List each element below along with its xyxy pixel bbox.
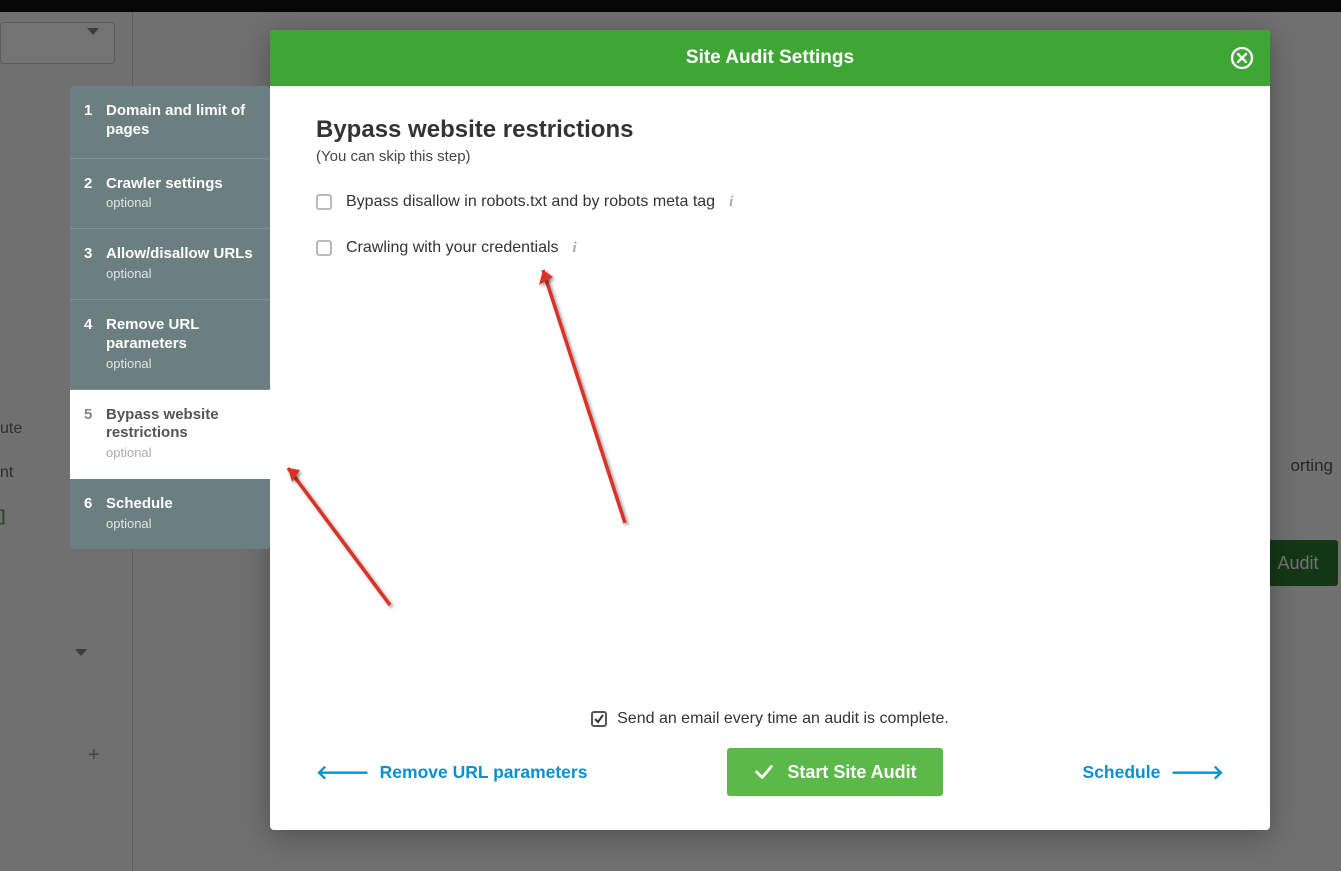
option-label: Bypass disallow in robots.txt and by rob… bbox=[346, 193, 715, 211]
panel-subtitle: (You can skip this step) bbox=[316, 148, 1224, 165]
step-title: Crawler settings bbox=[106, 175, 256, 194]
check-icon bbox=[753, 761, 775, 783]
step-title: Schedule bbox=[106, 495, 256, 514]
wizard-steps: 1 Domain and limit of pages 2 Crawler se… bbox=[70, 86, 270, 549]
step-number: 1 bbox=[84, 102, 106, 119]
step-title: Allow/disallow URLs bbox=[106, 245, 256, 264]
arrow-right-icon: 🡒 bbox=[1170, 760, 1224, 785]
step-title: Domain and limit of pages bbox=[106, 102, 256, 140]
back-label: Remove URL parameters bbox=[380, 762, 588, 783]
check-icon bbox=[593, 713, 605, 725]
step-optional-label: optional bbox=[106, 266, 256, 281]
step-schedule[interactable]: 6 Schedule optional bbox=[70, 479, 270, 549]
checkbox-crawl-credentials[interactable] bbox=[316, 240, 332, 256]
step-domain-limit[interactable]: 1 Domain and limit of pages bbox=[70, 86, 270, 159]
info-icon[interactable]: i bbox=[573, 240, 577, 257]
back-button[interactable]: 🡐 Remove URL parameters bbox=[316, 760, 587, 785]
step-number: 6 bbox=[84, 495, 106, 512]
step-number: 4 bbox=[84, 316, 106, 333]
step-bypass-restrictions[interactable]: 5 Bypass website restrictions optional bbox=[70, 390, 270, 480]
step-number: 2 bbox=[84, 175, 106, 192]
step-optional-label: optional bbox=[106, 356, 256, 371]
step-number: 3 bbox=[84, 245, 106, 262]
checkbox-email-notify[interactable] bbox=[591, 711, 607, 727]
step-number: 5 bbox=[84, 406, 106, 423]
step-title: Remove URL parameters bbox=[106, 316, 256, 354]
step-optional-label: optional bbox=[106, 516, 256, 531]
step-title: Bypass website restrictions bbox=[106, 406, 256, 444]
info-icon[interactable]: i bbox=[729, 194, 733, 211]
option-crawl-credentials: Crawling with your credentials i bbox=[316, 239, 1224, 257]
checkbox-bypass-robots[interactable] bbox=[316, 194, 332, 210]
modal-header: Site Audit Settings bbox=[270, 30, 1270, 86]
step-remove-url-params[interactable]: 4 Remove URL parameters optional bbox=[70, 300, 270, 390]
email-notification-row: Send an email every time an audit is com… bbox=[316, 710, 1224, 728]
settings-modal: Site Audit Settings Bypass website restr… bbox=[270, 30, 1270, 830]
next-label: Schedule bbox=[1083, 762, 1161, 783]
modal-footer: Send an email every time an audit is com… bbox=[270, 692, 1270, 830]
option-label: Crawling with your credentials bbox=[346, 239, 559, 257]
next-button[interactable]: Schedule 🡒 bbox=[1083, 760, 1224, 785]
start-site-audit-button[interactable]: Start Site Audit bbox=[727, 748, 942, 796]
email-notify-label: Send an email every time an audit is com… bbox=[617, 710, 949, 728]
close-icon bbox=[1230, 46, 1254, 70]
panel-title: Bypass website restrictions bbox=[316, 116, 1224, 144]
arrow-left-icon: 🡐 bbox=[316, 760, 370, 785]
step-optional-label: optional bbox=[106, 445, 256, 460]
step-optional-label: optional bbox=[106, 195, 256, 210]
step-crawler-settings[interactable]: 2 Crawler settings optional bbox=[70, 159, 270, 230]
modal-title: Site Audit Settings bbox=[686, 47, 854, 69]
modal-body: Bypass website restrictions (You can ski… bbox=[270, 86, 1270, 692]
step-allow-disallow[interactable]: 3 Allow/disallow URLs optional bbox=[70, 229, 270, 300]
close-button[interactable] bbox=[1230, 46, 1254, 70]
option-bypass-robots: Bypass disallow in robots.txt and by rob… bbox=[316, 193, 1224, 211]
start-label: Start Site Audit bbox=[787, 762, 916, 783]
